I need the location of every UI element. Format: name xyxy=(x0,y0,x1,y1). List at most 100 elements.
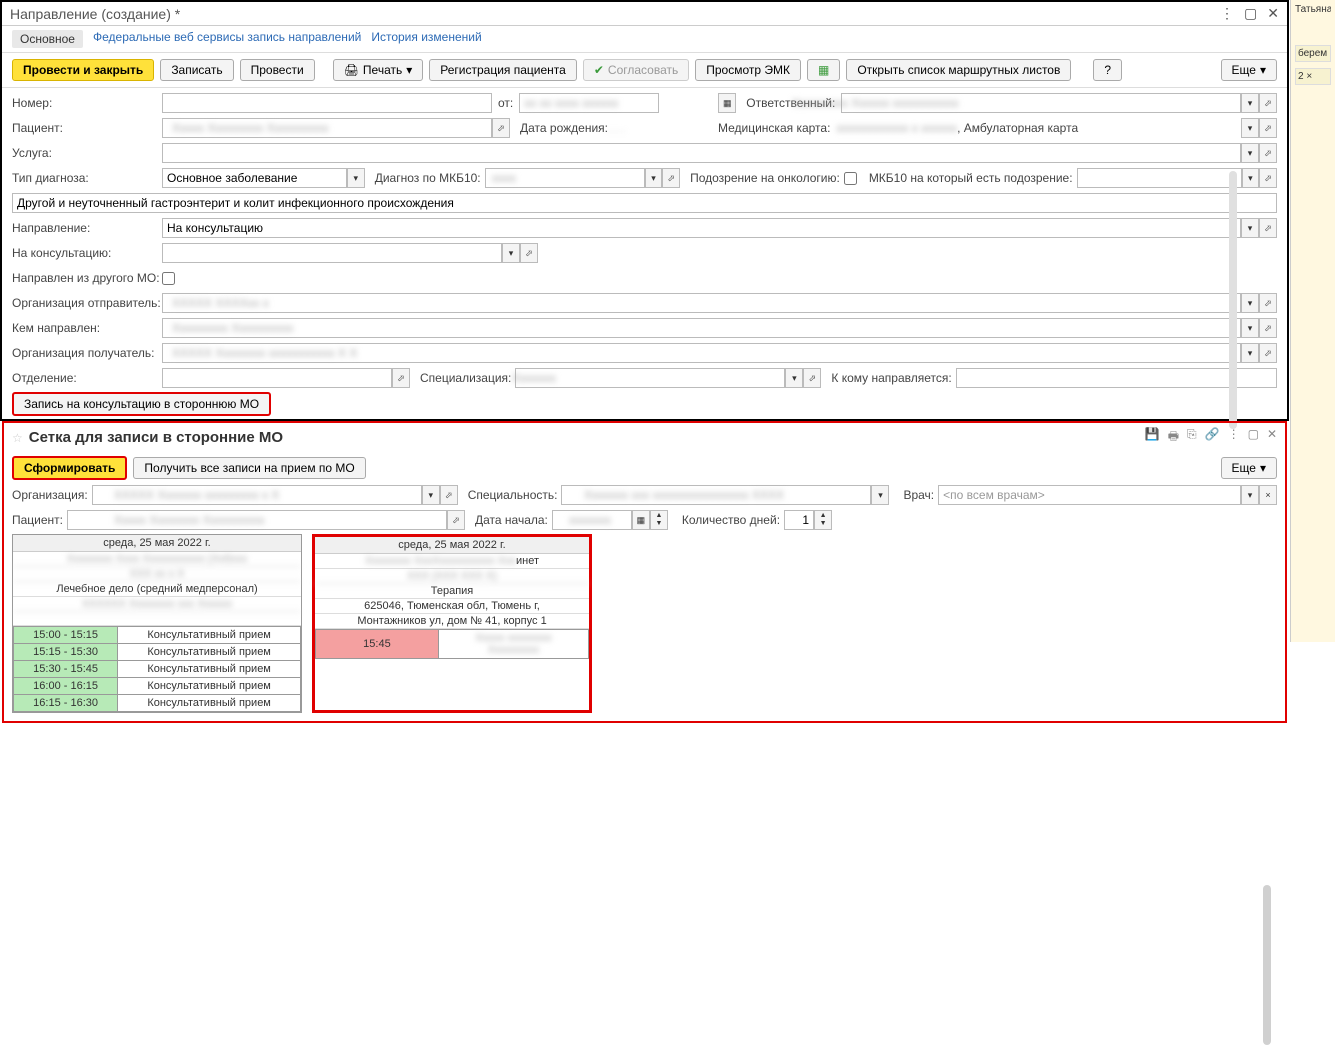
register-patient-button[interactable]: Регистрация пациента xyxy=(429,59,577,81)
slot-patient: Xxxxx xxxxxxxxXxxxxxxxx xyxy=(438,630,588,659)
number-input[interactable] xyxy=(162,93,492,113)
external-icon[interactable]: ⬀ xyxy=(1259,168,1277,188)
chevron-down-icon[interactable]: ▾ xyxy=(347,168,365,188)
sched2-addr1: 625046, Тюменская обл, Тюмень г, xyxy=(315,599,589,614)
onko-checkbox[interactable] xyxy=(844,172,857,185)
external-icon[interactable]: ⬀ xyxy=(1259,143,1277,163)
maximize-icon[interactable]: ▢ xyxy=(1244,5,1257,22)
open-icon[interactable]: ▾ xyxy=(1241,143,1259,163)
save-button[interactable]: Записать xyxy=(160,59,233,81)
run-and-close-button[interactable]: Провести и закрыть xyxy=(12,59,154,81)
table-row[interactable]: 15:00 - 15:15Консультативный прием xyxy=(14,627,301,644)
open-icon[interactable]: ▾ xyxy=(1242,168,1260,188)
table-row[interactable]: 15:15 - 15:30Консультативный прием xyxy=(14,644,301,661)
chevron-down-icon[interactable]: ▾ xyxy=(645,168,663,188)
medcard-value: xxxxxxxxxxxx x xxxxxx xyxy=(836,121,957,135)
maximize-icon[interactable]: ▢ xyxy=(1248,427,1259,448)
calendar-icon[interactable]: ▦ xyxy=(718,93,736,113)
external-icon[interactable]: ⬀ xyxy=(662,168,680,188)
diag-type-input[interactable] xyxy=(162,168,347,188)
diagnosis-text-input[interactable] xyxy=(12,193,1277,213)
chevron-down-icon[interactable]: ▾ xyxy=(785,368,803,388)
table-row[interactable]: 15:45 Xxxxx xxxxxxxxXxxxxxxxx xyxy=(316,630,589,659)
slot-time[interactable]: 16:15 - 16:30 xyxy=(14,695,118,712)
print-button[interactable]: 🖨Печать▾ xyxy=(333,59,424,81)
panel-doctor-input[interactable] xyxy=(938,485,1241,505)
external-icon[interactable]: ⬀ xyxy=(440,485,458,505)
run-button[interactable]: Провести xyxy=(240,59,315,81)
more-button[interactable]: Еще▾ xyxy=(1221,59,1277,81)
spinner-up-icon[interactable]: ▲▼ xyxy=(650,510,668,530)
table-row[interactable]: 15:30 - 15:45Консультативный прием xyxy=(14,661,301,678)
label-onko: Подозрение на онкологию: xyxy=(690,171,840,185)
panel-days-input[interactable] xyxy=(784,510,814,530)
image-button[interactable]: ▦ xyxy=(807,59,840,81)
clear-icon[interactable]: × xyxy=(1259,485,1277,505)
close-icon[interactable]: ✕ xyxy=(1267,427,1277,448)
close-icon[interactable]: ✕ xyxy=(1267,5,1279,22)
slot-time[interactable]: 15:45 xyxy=(316,630,439,659)
export-icon[interactable]: ⎘ xyxy=(1187,427,1197,448)
external-icon[interactable]: ⬀ xyxy=(1259,343,1277,363)
org-sender-input[interactable] xyxy=(162,293,1241,313)
sent-by-input[interactable] xyxy=(162,318,1241,338)
slot-time[interactable]: 15:15 - 15:30 xyxy=(14,644,118,661)
open-routes-button[interactable]: Открыть список маршрутных листов xyxy=(846,59,1071,81)
slot-type: Консультативный прием xyxy=(118,644,301,661)
external-consult-record-button[interactable]: Запись на консультацию в стороннюю МО xyxy=(12,392,271,416)
view-emk-button[interactable]: Просмотр ЭМК xyxy=(695,59,801,81)
link-icon[interactable]: 🔗 xyxy=(1205,427,1220,448)
vertical-scrollbar[interactable] xyxy=(1263,885,1271,1045)
external-icon[interactable]: ⬀ xyxy=(492,118,510,138)
calendar-icon[interactable]: ▦ xyxy=(632,510,650,530)
chevron-down-icon[interactable]: ▾ xyxy=(1241,343,1259,363)
generate-button[interactable]: Сформировать xyxy=(12,456,127,480)
consult-to-input[interactable] xyxy=(162,243,502,263)
external-icon[interactable]: ⬀ xyxy=(1259,218,1277,238)
service-input[interactable] xyxy=(162,143,1241,163)
chevron-down-icon[interactable]: ▾ xyxy=(1241,293,1259,313)
slot-time[interactable]: 16:00 - 16:15 xyxy=(14,678,118,695)
star-icon[interactable]: ☆ xyxy=(12,431,23,445)
chevron-down-icon[interactable]: ▾ xyxy=(422,485,440,505)
table-row[interactable]: 16:00 - 16:15Консультативный прием xyxy=(14,678,301,695)
table-row[interactable]: 16:15 - 16:30Консультативный прием xyxy=(14,695,301,712)
open-icon[interactable]: ▾ xyxy=(1241,118,1259,138)
vertical-scrollbar[interactable] xyxy=(1229,171,1237,429)
external-icon[interactable]: ⬀ xyxy=(392,368,410,388)
external-icon[interactable]: ⬀ xyxy=(1259,293,1277,313)
referral-input[interactable] xyxy=(162,218,1241,238)
mkb-susp-input[interactable] xyxy=(1077,168,1242,188)
chevron-down-icon[interactable]: ▾ xyxy=(502,243,520,263)
tab-main[interactable]: Основное xyxy=(12,30,83,48)
chevron-down-icon[interactable]: ▾ xyxy=(1241,485,1259,505)
tab-fed-services[interactable]: Федеральные веб сервисы запись направлен… xyxy=(93,30,361,48)
chevron-down-icon[interactable]: ▾ xyxy=(1241,318,1259,338)
save-icon[interactable]: 💾 xyxy=(1145,427,1160,448)
chevron-down-icon[interactable]: ▾ xyxy=(1241,218,1259,238)
external-icon[interactable]: ⬀ xyxy=(1259,93,1277,113)
external-icon[interactable]: ⬀ xyxy=(447,510,465,530)
external-icon[interactable]: ⬀ xyxy=(803,368,821,388)
open-icon[interactable]: ▾ xyxy=(1241,93,1259,113)
external-icon[interactable]: ⬀ xyxy=(1259,118,1277,138)
panel-more-button[interactable]: Еще▾ xyxy=(1221,457,1277,479)
sched1-doctor: Xxxxxxxx Xxxx Xxxxxxxxxxx (Xxбxxx xyxy=(13,552,301,567)
tab-history[interactable]: История изменений xyxy=(371,30,481,48)
slot-time[interactable]: 15:00 - 15:15 xyxy=(14,627,118,644)
get-all-records-button[interactable]: Получить все записи на прием по МО xyxy=(133,457,365,479)
chevron-down-icon[interactable]: ▾ xyxy=(871,485,889,505)
kebab-icon[interactable]: ⋮ xyxy=(1220,5,1234,22)
dept-input[interactable] xyxy=(162,368,392,388)
label-mkb-susp: МКБ10 на который есть подозрение: xyxy=(869,171,1073,185)
slot-time[interactable]: 15:30 - 15:45 xyxy=(14,661,118,678)
external-icon[interactable]: ⬀ xyxy=(520,243,538,263)
print-icon[interactable]: 🖶 xyxy=(1168,427,1179,448)
from-other-mo-checkbox[interactable] xyxy=(162,272,175,285)
side-tag-42[interactable]: 2 × xyxy=(1295,68,1331,85)
kebab-icon[interactable]: ⋮ xyxy=(1228,427,1240,448)
sched2-addr2: Монтажников ул, дом № 41, корпус 1 xyxy=(315,614,589,629)
spinner-up-icon[interactable]: ▲▼ xyxy=(814,510,832,530)
external-icon[interactable]: ⬀ xyxy=(1259,318,1277,338)
help-button[interactable]: ? xyxy=(1093,59,1122,81)
